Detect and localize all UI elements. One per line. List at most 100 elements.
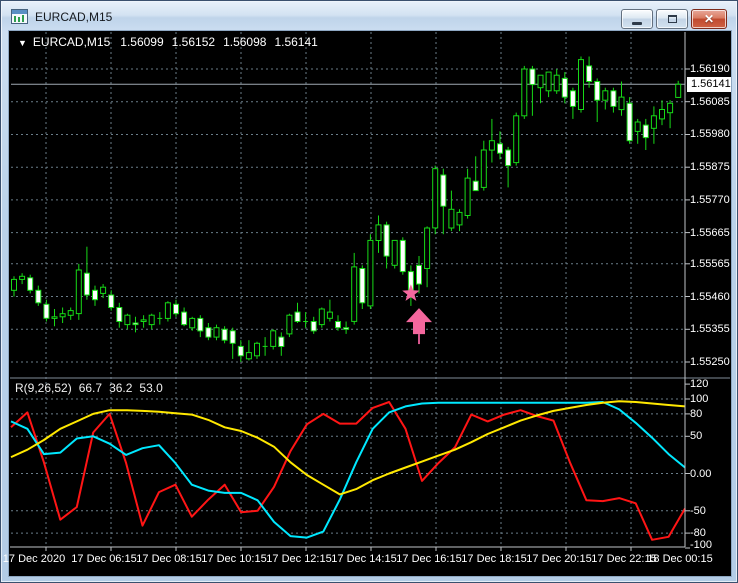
window-title: EURCAD,M15 (35, 9, 113, 24)
candle-bear (35, 289, 42, 304)
candle-bear (43, 303, 50, 319)
candle-bull (11, 278, 17, 291)
candle-bear (472, 180, 479, 192)
candle-bull (424, 227, 431, 269)
time-tick-label: 17 Dec 08:15 (136, 553, 202, 565)
candle-bull (213, 327, 220, 338)
candle-bull (375, 224, 382, 241)
candle-bear (586, 65, 593, 83)
price-tick-label: 1.55770 (690, 194, 730, 206)
current-price-box: 1.56141 (687, 77, 731, 92)
time-tick-label: 17 Dec 20:15 (526, 553, 592, 565)
price-tick-label: 1.55460 (690, 291, 730, 303)
candle-bull (270, 330, 277, 347)
candle-bear (221, 328, 228, 341)
candle-bull (351, 266, 358, 322)
price-tick-label: 1.55250 (690, 356, 730, 368)
candle-bull (513, 115, 520, 164)
open-value: 1.56099 (120, 35, 164, 49)
candle-bear (335, 321, 341, 329)
price-tick-label: 1.55355 (690, 323, 730, 335)
time-tick-label: 17 Dec 18:15 (461, 553, 527, 565)
candle-bull (189, 317, 196, 329)
collapse-icon[interactable]: ▼ (18, 38, 27, 48)
candle-bear (497, 143, 503, 154)
candle-bull (318, 308, 325, 326)
minimize-button[interactable] (621, 9, 653, 29)
candle-bull (367, 239, 374, 307)
candle-bear (310, 321, 317, 332)
chart-window-icon (11, 9, 28, 24)
candle-bear (529, 68, 536, 86)
oscillator-tick-label: 0.00 (690, 468, 712, 480)
candle-bear (294, 311, 301, 323)
candle-bull (51, 316, 58, 319)
oscillator-tick-label: -80 (690, 527, 706, 539)
candle-bear (594, 81, 601, 101)
candle-bear (383, 224, 390, 257)
candle-bull (618, 96, 625, 111)
price-tick-label: 1.55875 (690, 161, 730, 173)
high-value: 1.56152 (171, 35, 216, 49)
candle-bull (326, 311, 333, 319)
candle-bull (148, 314, 155, 326)
close-button[interactable]: ✕ (691, 9, 727, 29)
candle-bull (659, 109, 665, 120)
chart-ohlc-header: ▼ EURCAD,M15 1.56099 1.56152 1.56098 1.56141 (18, 35, 326, 49)
close-value: 1.56141 (274, 35, 318, 49)
candle-bull (100, 286, 107, 294)
indicator-value-3: 53.0 (139, 381, 163, 395)
candle-bear (561, 77, 568, 98)
candle-bull (480, 149, 487, 188)
indicator-name: R(9,26,52) (15, 381, 72, 395)
candle-bull (537, 74, 544, 89)
candle-bear (205, 327, 212, 338)
candle-bull (456, 211, 463, 226)
candle-bull (602, 90, 609, 101)
candle-bull (667, 102, 674, 114)
restore-icon (667, 15, 677, 23)
candle-bear (237, 345, 244, 357)
oscillator-tick-label: 120 (690, 378, 709, 390)
time-tick-label: 17 Dec 12:15 (266, 553, 332, 565)
candle-bull (675, 83, 682, 98)
time-tick-label: 17 Dec 14:15 (331, 553, 397, 565)
indicator-label: R(9,26,52) 66.7 36.2 53.0 (15, 381, 170, 395)
chart-client-area: ▼ EURCAD,M15 1.56099 1.56152 1.56098 1.56141 … (3, 31, 731, 576)
candle-bull (124, 314, 131, 326)
time-tick-label: 17 Dec 16:15 (396, 553, 462, 565)
oscillator-tick-label: 80 (690, 408, 703, 420)
oscillator-tick-label: 50 (690, 430, 703, 442)
candle-bull (464, 177, 471, 217)
buy-arrow-icon (406, 308, 432, 335)
oscillator-tick-label: -50 (690, 505, 706, 517)
price-tick-label: 1.56085 (690, 96, 730, 108)
minimize-icon (632, 21, 642, 25)
restore-button[interactable] (656, 9, 688, 29)
candle-bull (578, 59, 584, 111)
candle-bull (164, 302, 171, 319)
window-titlebar[interactable]: EURCAD,M15 ✕ (2, 2, 736, 31)
candle-bear (92, 289, 98, 301)
price-tick-label: 1.55980 (690, 128, 730, 140)
candle-bear (569, 90, 576, 107)
chart-symbol-label: EURCAD,M15 (32, 35, 111, 49)
candle-bear (173, 303, 179, 315)
close-icon: ✕ (703, 12, 715, 26)
oscillator-tick-label: 100 (690, 393, 709, 405)
candle-bull (391, 239, 398, 266)
oscillator-line-red (10, 401, 686, 541)
candle-bear (132, 322, 139, 326)
candle-bull (67, 310, 74, 316)
candle-bull (553, 74, 560, 92)
candle-bear (27, 277, 34, 291)
price-tick-label: 1.55565 (690, 258, 730, 270)
candle-bull (521, 68, 528, 117)
candle-bull (254, 342, 260, 357)
price-tick-label: 1.56190 (690, 63, 730, 75)
candle-bear (229, 330, 236, 344)
arrow-tail (418, 334, 420, 345)
oscillator-tick-label: -100 (690, 539, 713, 551)
chart-canvas[interactable] (9, 31, 731, 576)
candle-bull (245, 352, 252, 360)
